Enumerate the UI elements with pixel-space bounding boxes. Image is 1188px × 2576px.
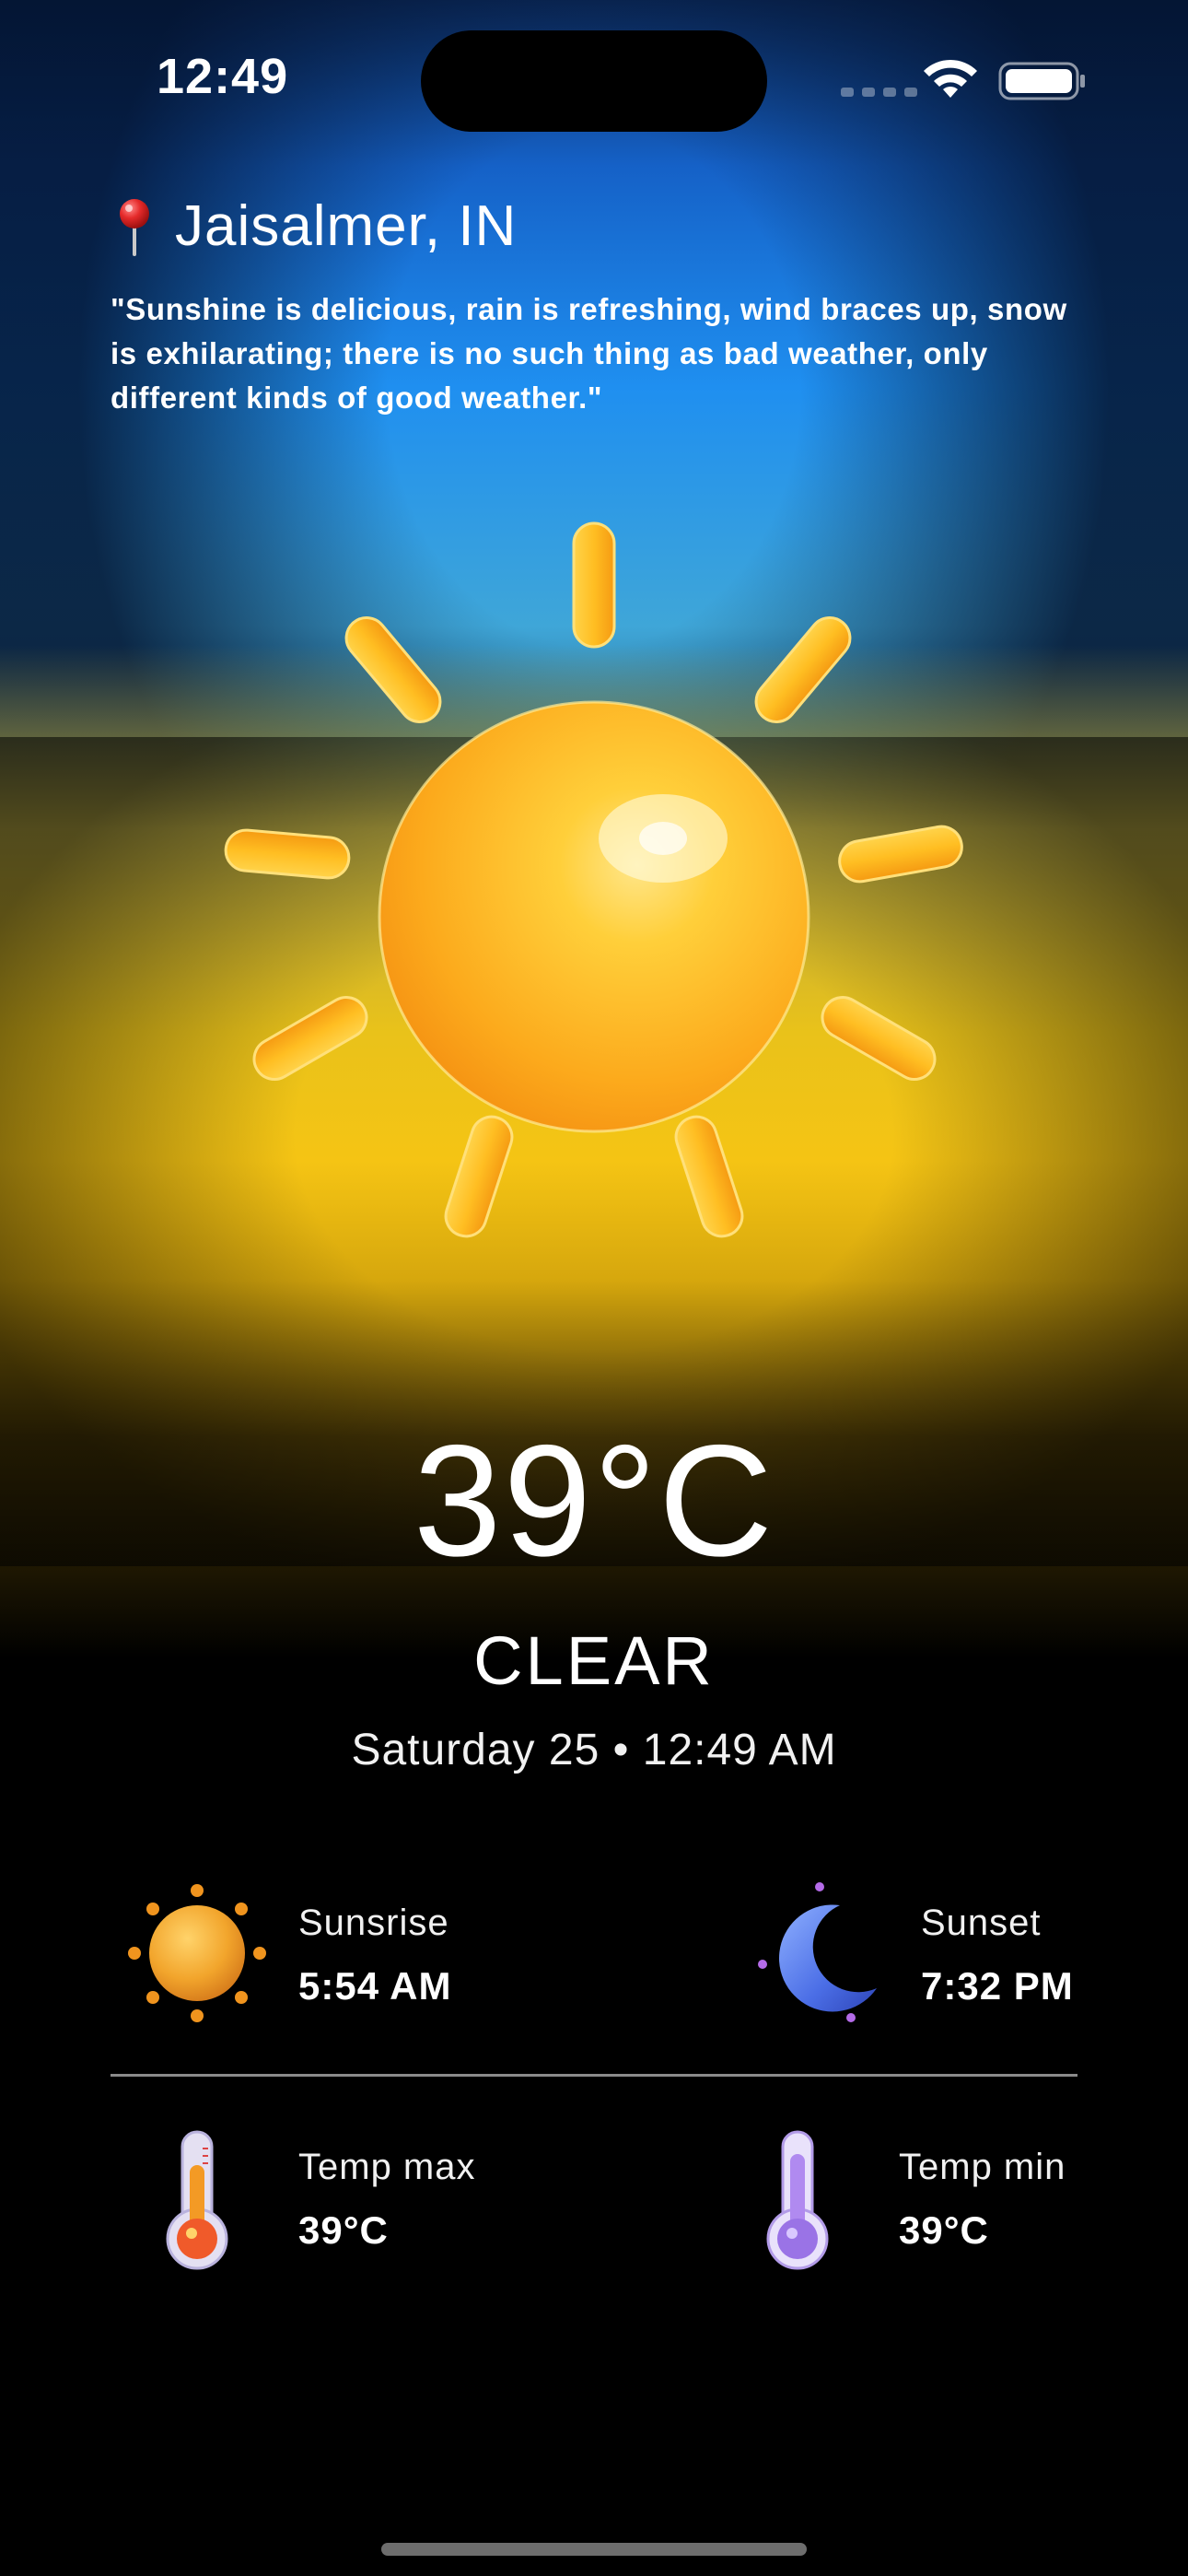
current-temperature: 39°C <box>413 1412 775 1589</box>
temp-min-value: 39°C <box>899 2208 989 2252</box>
location-header: Jaisalmer, IN <box>114 193 517 259</box>
moon-icon <box>758 1882 877 2022</box>
sunset-label: Sunset <box>921 1903 1042 1943</box>
weather-quote: "Sunshine is delicious, rain is refreshi… <box>111 292 1067 415</box>
sun-icon <box>224 521 963 1238</box>
battery-icon <box>998 62 1085 100</box>
cellular-signal-icon <box>841 88 917 97</box>
sunset-value: 7:32 PM <box>921 1964 1074 2008</box>
thermometer-cold-icon <box>766 2130 829 2270</box>
sunrise-label: Sunsrise <box>298 1903 449 1943</box>
temp-min-label: Temp min <box>899 2147 1066 2187</box>
sunrise-icon <box>128 1884 266 2022</box>
divider <box>111 2074 1077 2077</box>
home-indicator[interactable] <box>381 2543 807 2556</box>
location-name: Jaisalmer, IN <box>175 194 518 258</box>
dynamic-island <box>421 30 767 132</box>
weather-screen: 12:49 Jaisalmer, IN "Sunshine is delicio… <box>0 0 1188 2576</box>
status-time: 12:49 <box>157 49 289 104</box>
date-time: Saturday 25 • 12:49 AM <box>351 1726 837 1774</box>
wifi-icon <box>924 59 977 98</box>
temp-max-value: 39°C <box>298 2208 389 2252</box>
sunrise-value: 5:54 AM <box>298 1964 452 2008</box>
temp-max-label: Temp max <box>298 2147 476 2187</box>
weather-condition: CLEAR <box>473 1622 715 1699</box>
thermometer-hot-icon <box>166 2130 228 2270</box>
pin-icon <box>120 198 149 256</box>
